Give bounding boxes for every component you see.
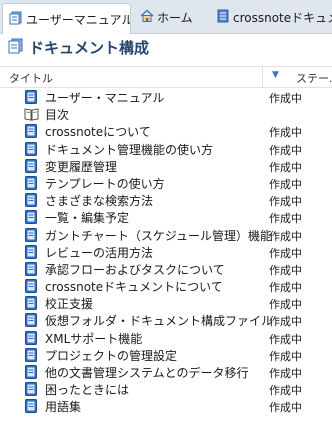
tab-bar: ユーザーマニュアル × ホーム crossnoteドキュメン	[0, 0, 332, 34]
page-title: ドキュメント構成	[29, 38, 150, 57]
tab-home[interactable]: ホーム	[134, 3, 206, 32]
row-status: 作成中	[269, 384, 302, 398]
row-title: テンプレートの使い方	[45, 176, 165, 191]
row-status: 作成中	[269, 143, 302, 157]
row-status: 作成中	[269, 229, 302, 243]
row-status: 作成中	[269, 298, 302, 312]
tree-row[interactable]: 承認フローおよびタスクについて 作成中	[0, 260, 332, 277]
row-status: 作成中	[269, 246, 302, 260]
document-icon	[24, 399, 38, 416]
tree-row[interactable]: 変更履歴管理 作成中	[0, 157, 332, 174]
tab-label: ホーム	[157, 11, 193, 25]
row-title: 目次	[45, 108, 70, 123]
row-title: 変更履歴管理	[45, 159, 118, 174]
document-structure-icon	[8, 38, 24, 57]
sort-down-icon[interactable]: ▼	[272, 70, 279, 80]
tree-row[interactable]: テンプレートの使い方 作成中	[0, 174, 332, 191]
row-title: 一覧・編集予定	[45, 211, 130, 226]
row-title: レビューの活用方法	[45, 245, 154, 260]
tab-user-manual[interactable]: ユーザーマニュアル ×	[2, 3, 131, 34]
row-title: 承認フローおよびタスクについて	[45, 262, 225, 277]
column-title[interactable]: タイトル	[9, 70, 53, 86]
row-status: 作成中	[269, 195, 302, 209]
row-status: 作成中	[269, 332, 302, 346]
tree-row[interactable]: 校正支援 作成中	[0, 294, 332, 311]
tab-label: crossnoteドキュメン	[233, 11, 332, 25]
tree-row[interactable]: 一覧・編集予定 作成中	[0, 208, 332, 225]
panel-header: ドキュメント構成	[0, 33, 332, 61]
row-title: 仮想フォルダ・ドキュメント構成ファイル	[45, 314, 274, 329]
tree-row[interactable]: ドキュメント管理機能の使い方 作成中	[0, 140, 332, 157]
tree-row[interactable]: ガントチャート（スケジュール管理）機能 作成中	[0, 226, 332, 243]
row-status: 作成中	[269, 315, 302, 329]
tree-row[interactable]: レビューの活用方法 作成中	[0, 243, 332, 260]
row-status: 作成中	[269, 92, 302, 105]
document-icon	[216, 9, 230, 26]
tree-row[interactable]: 仮想フォルダ・ドキュメント構成ファイル 作成中	[0, 311, 332, 328]
tree-row[interactable]: ユーザー・マニュアル 作成中	[0, 88, 332, 105]
tree-row[interactable]: crossnoteについて 作成中	[0, 122, 332, 139]
row-title: 用語集	[45, 400, 82, 415]
row-status: 作成中	[269, 281, 302, 295]
home-icon	[140, 9, 154, 26]
tree-row[interactable]: 用語集 作成中	[0, 397, 332, 414]
row-title: さまざまな検索方法	[45, 194, 154, 209]
row-status: 作成中	[269, 401, 302, 415]
row-title: プロジェクトの管理設定	[45, 348, 178, 363]
tab-label: ユーザーマニュアル	[26, 12, 131, 27]
row-title: crossnoteについて	[45, 125, 151, 140]
tree-row[interactable]: プロジェクトの管理設定 作成中	[0, 346, 332, 363]
row-status: 作成中	[269, 367, 302, 380]
tree-row[interactable]: XMLサポート機能 作成中	[0, 329, 332, 346]
row-status: 作成中	[269, 160, 302, 174]
document-tree: ユーザー・マニュアル 作成中 目次 crossnoteについて 作成中 ドキュメント管理機…	[0, 88, 332, 415]
tree-row[interactable]: さまざまな検索方法 作成中	[0, 191, 332, 208]
row-status: 作成中	[269, 212, 302, 226]
tree-row[interactable]: 目次	[0, 105, 332, 122]
column-status[interactable]: ステー...	[296, 70, 332, 86]
row-status: 作成中	[269, 349, 302, 363]
tree-row[interactable]: crossnoteドキュメントについて 作成中	[0, 277, 332, 294]
row-title: 校正支援	[45, 297, 94, 312]
row-status: 作成中	[269, 263, 302, 277]
column-header: タイトル ▼ ステー...	[0, 66, 332, 88]
row-title: ユーザー・マニュアル	[45, 91, 165, 105]
row-title: 他の文書管理システムとのデータ移行	[45, 366, 249, 380]
row-title: ドキュメント管理機能の使い方	[45, 142, 214, 157]
tree-row[interactable]: 困ったときには 作成中	[0, 380, 332, 397]
row-title: 困ったときには	[45, 383, 130, 398]
row-title: ガントチャート（スケジュール管理）機能	[45, 228, 273, 243]
tab-crossnote-document[interactable]: crossnoteドキュメン	[210, 3, 332, 32]
document-icon	[9, 11, 23, 28]
row-title: crossnoteドキュメントについて	[45, 280, 223, 295]
row-title: XMLサポート機能	[45, 331, 143, 346]
column-divider[interactable]	[262, 67, 263, 87]
row-status: 作成中	[269, 177, 302, 191]
row-status: 作成中	[269, 126, 302, 140]
tree-row[interactable]: 他の文書管理システムとのデータ移行 作成中	[0, 363, 332, 380]
